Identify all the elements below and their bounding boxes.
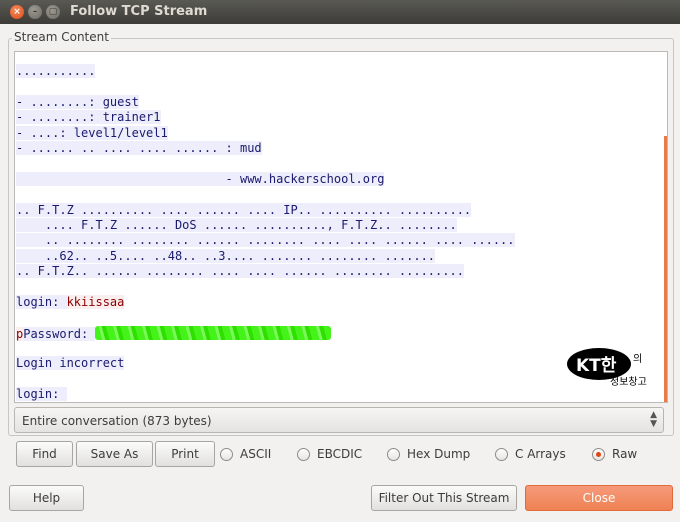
window-minimize-button[interactable]: –: [28, 5, 42, 19]
password-redaction: [95, 325, 332, 340]
stream-line-text: ..62.. ..5.... ..48.. ..3.... ....... ..…: [16, 248, 436, 263]
stream-line-text: - ...... .. .... .... ...... : mud: [16, 140, 262, 155]
format-radio-ascii[interactable]: ASCII: [220, 446, 271, 462]
conversation-select[interactable]: Entire conversation (873 bytes) ▲ ▼: [14, 407, 664, 433]
watermark-logo-text: KT한: [576, 356, 617, 376]
stream-line: pPassword:: [16, 325, 656, 341]
stream-line-text: .. F.T.Z.. ...... ........ .... .... ...…: [16, 264, 464, 279]
stream-line-text: - ....: level1/level1: [16, 125, 168, 140]
stream-line: [16, 372, 656, 387]
scrollbar[interactable]: [664, 136, 667, 402]
find-button[interactable]: Find: [16, 441, 73, 467]
filter-out-stream-button[interactable]: Filter Out This Stream: [371, 485, 517, 511]
radio-icon: [387, 447, 400, 461]
format-radio-raw[interactable]: Raw: [592, 446, 637, 462]
stream-line: ..62.. ..5.... ..48.. ..3.... ....... ..…: [16, 248, 656, 264]
format-label: C Arrays: [515, 447, 566, 461]
save-as-button[interactable]: Save As: [76, 441, 153, 467]
stream-line: [16, 79, 656, 94]
stream-line: [16, 156, 656, 171]
format-radio-ebcdic[interactable]: EBCDIC: [297, 446, 362, 462]
radio-icon: [297, 447, 310, 461]
stream-line: - ........: guest: [16, 94, 656, 110]
stream-line: - ........: trainer1: [16, 110, 656, 125]
stream-line: login: kkiissaa: [16, 294, 656, 310]
login-prompt: login:: [16, 294, 67, 309]
stream-line: Login incorrect: [16, 356, 656, 371]
stream-line: [16, 187, 656, 202]
window-title: Follow TCP Stream: [70, 4, 208, 19]
stream-line: [16, 279, 656, 294]
stream-line-text: ...........: [16, 64, 96, 78]
format-label: EBCDIC: [317, 447, 363, 461]
stream-line: .. ........ ........ ...... ........ ...…: [16, 233, 656, 248]
stream-line-text: Login incorrect: [16, 356, 125, 371]
title-bar: × – ▢ Follow TCP Stream: [0, 0, 680, 24]
stream-line: [16, 310, 656, 325]
help-button[interactable]: Help: [9, 485, 84, 511]
stream-line: ...........: [16, 64, 656, 79]
stream-line-text: - www.hackerschool.org: [16, 171, 385, 186]
combo-arrows-icon: ▲ ▼: [650, 411, 657, 429]
stream-line-text: .. F.T.Z .......... .... ...... .... IP.…: [16, 202, 472, 217]
format-label: Raw: [612, 447, 638, 461]
radio-icon: [495, 447, 508, 461]
stream-line: - ....: level1/level1: [16, 125, 656, 141]
password-prompt: Password:: [23, 326, 96, 341]
stream-line: .. F.T.Z .......... .... ...... .... IP.…: [16, 202, 656, 218]
format-radio-hex-dump[interactable]: Hex Dump: [387, 446, 470, 462]
watermark-subtitle: 정보창고: [610, 376, 647, 388]
stream-line-text: .... F.T.Z ...... DoS ...... ..........,…: [16, 217, 457, 232]
stream-line-text: - ........: guest: [16, 94, 139, 109]
watermark-suffix: 의: [633, 353, 642, 365]
login-value: kkiissaa: [66, 294, 125, 309]
stream-line: - ...... .. .... .... ...... : mud: [16, 140, 656, 156]
stream-line: .... F.T.Z ...... DoS ...... ..........,…: [16, 217, 656, 233]
format-radio-c-arrays[interactable]: C Arrays: [495, 446, 566, 462]
stream-line-text: login:: [16, 387, 67, 402]
kt-watermark-logo: KT한 의 정보창고: [567, 348, 647, 388]
print-button[interactable]: Print: [155, 441, 215, 467]
stream-line: - www.hackerschool.org: [16, 171, 656, 187]
stream-text: ........... - ........: guest - ........: …: [16, 64, 656, 402]
stream-line-text: .. ........ ........ ...... ........ ...…: [16, 233, 515, 248]
close-button[interactable]: Close: [525, 485, 673, 511]
window-maximize-button[interactable]: ▢: [46, 5, 60, 19]
stream-line-text: - ........: trainer1: [16, 110, 161, 125]
combo-arrow-down-icon: ▼: [650, 419, 657, 429]
radio-icon: [220, 447, 233, 461]
stream-line: login:: [16, 387, 656, 402]
conversation-select-value: Entire conversation (873 bytes): [22, 414, 212, 428]
window-close-button[interactable]: ×: [10, 5, 24, 19]
format-label: ASCII: [240, 447, 272, 461]
stream-content-label: Stream Content: [12, 30, 111, 44]
stream-line: .. F.T.Z.. ...... ........ .... .... ...…: [16, 264, 656, 279]
format-label: Hex Dump: [407, 447, 471, 461]
stream-line: [16, 341, 656, 356]
radio-icon: [592, 447, 605, 461]
